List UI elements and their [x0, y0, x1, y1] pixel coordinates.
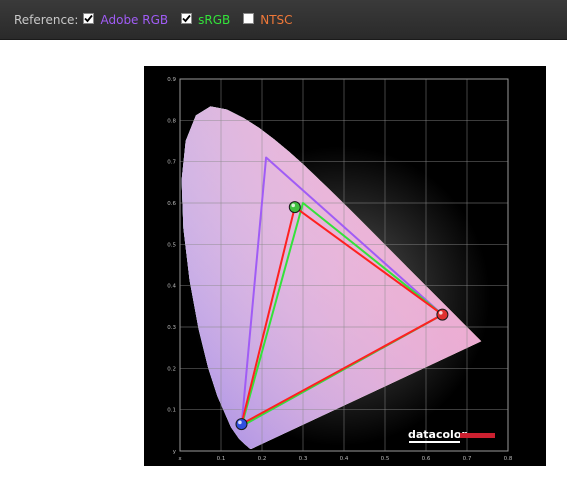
datacolor-logo-text: datacolor	[408, 428, 467, 441]
primary-marker-highlight	[439, 311, 443, 315]
x-tick-label: 0.2	[258, 456, 267, 462]
ntsc-checkbox[interactable]	[243, 13, 255, 24]
primary-marker	[436, 308, 449, 321]
checkmark-icon	[84, 14, 94, 23]
x-tick-label: 0.5	[381, 456, 390, 462]
y-tick-label: 0.7	[167, 160, 176, 166]
x-tick-label: 0.3	[299, 456, 308, 462]
checkmark-icon	[182, 14, 191, 23]
y-tick-label: 0.6	[167, 201, 176, 207]
y-tick-label: 0.4	[167, 284, 176, 290]
x-tick-label: 0.6	[422, 456, 431, 462]
adobe-rgb-label[interactable]: Adobe RGB	[100, 13, 168, 27]
adobe-rgb-checkbox[interactable]	[83, 13, 95, 24]
option-srgb[interactable]: sRGB	[178, 13, 230, 27]
chart-svg: x 0.1 0.2 0.3 0.4 0.5 0.6 0.7 0.8 y 0.1 0.2 0.3 0.4 0.…	[167, 77, 513, 462]
primary-marker-highlight	[291, 203, 295, 208]
cie-chromaticity-chart: x 0.1 0.2 0.3 0.4 0.5 0.6 0.7 0.8 y 0.1 0.2 0.3 0.4 0.…	[144, 66, 546, 466]
datacolor-logo: datacolor	[408, 428, 495, 443]
x-tick-label: x	[178, 456, 182, 462]
y-tick-label: 0.3	[167, 325, 176, 331]
y-tick-label: 0.2	[167, 366, 176, 372]
srgb-checkbox[interactable]	[181, 13, 193, 24]
reference-label: Reference:	[14, 12, 79, 27]
srgb-label[interactable]: sRGB	[198, 13, 230, 27]
x-tick-label: 0.8	[504, 456, 513, 462]
y-tick-label: 0.9	[167, 77, 176, 83]
reference-toolbar: Reference: Adobe RGB sRGB NTSC	[0, 0, 567, 40]
y-tick-label: y	[173, 449, 177, 455]
option-ntsc[interactable]: NTSC	[240, 13, 293, 27]
y-tick-label: 0.8	[167, 118, 176, 124]
primary-marker	[235, 418, 248, 431]
x-tick-label: 0.7	[463, 456, 472, 462]
primary-marker	[288, 201, 301, 214]
y-tick-label: 0.5	[167, 242, 176, 248]
x-tick-label: 0.1	[217, 456, 226, 462]
y-tick-label: 0.1	[167, 408, 176, 414]
option-adobe-rgb[interactable]: Adobe RGB	[80, 13, 168, 27]
primary-marker-highlight	[238, 420, 242, 425]
ntsc-label[interactable]: NTSC	[260, 13, 292, 27]
x-tick-label: 0.4	[340, 456, 349, 462]
